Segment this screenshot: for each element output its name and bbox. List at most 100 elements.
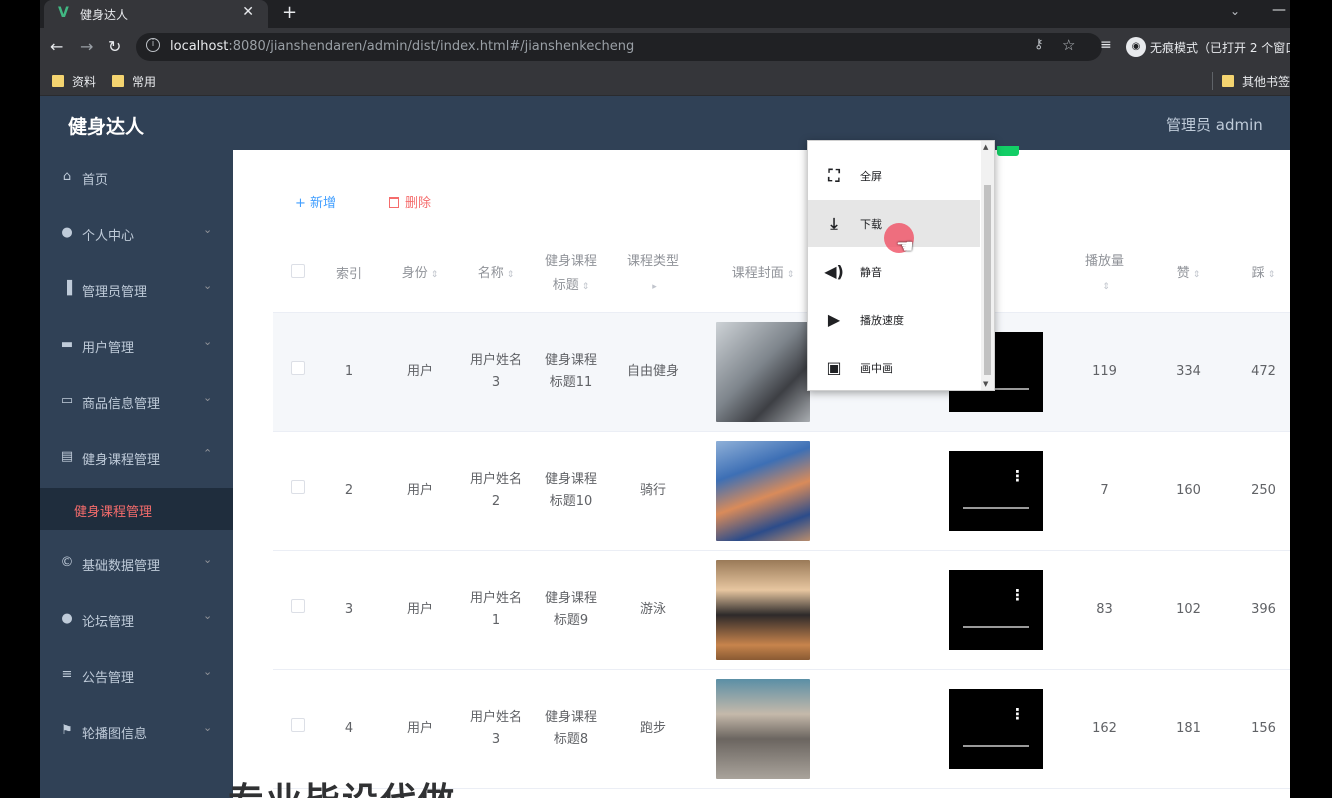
row-checkbox[interactable] bbox=[291, 360, 305, 375]
col-course-type[interactable]: 课程类型 ▸ bbox=[615, 238, 691, 313]
sidebar-item-label: 管理员管理 bbox=[82, 285, 148, 300]
course-cover-image[interactable] bbox=[716, 321, 810, 422]
cell-video: ⋮ bbox=[935, 669, 1057, 789]
cell-identity: 用户 bbox=[375, 431, 465, 551]
copyright-icon: © bbox=[60, 555, 74, 570]
list-icon: ≡ bbox=[61, 667, 73, 682]
sort-icon: ⇕ bbox=[786, 270, 795, 281]
incognito-label[interactable]: 无痕模式（已打开 2 个窗口 bbox=[1150, 39, 1290, 56]
col-name[interactable]: 名称 ⇕ bbox=[465, 238, 527, 313]
delete-button[interactable]: 删除 bbox=[389, 192, 431, 211]
video-progress-bar[interactable] bbox=[963, 506, 1029, 509]
sidebar-item-base-data[interactable]: © 基础数据管理 ⌄ bbox=[40, 536, 233, 592]
current-user[interactable]: 管理员 admin bbox=[1166, 114, 1263, 135]
cell-index: 1 bbox=[323, 312, 375, 432]
new-tab-icon[interactable]: + bbox=[282, 2, 297, 23]
reload-icon[interactable]: ↻ bbox=[108, 37, 121, 56]
select-all-checkbox[interactable] bbox=[273, 238, 323, 313]
row-checkbox[interactable] bbox=[291, 479, 305, 494]
table-row[interactable]: 3 用户 用户姓名 1 健身课程 标题9 游泳 ⋮ 83 102 396 bbox=[273, 550, 1290, 670]
menu-item-fullscreen[interactable]: ⛶ 全屏 bbox=[808, 152, 980, 199]
address-bar[interactable]: i localhost:8080/jianshendaren/admin/dis… bbox=[136, 33, 1102, 61]
video-progress-bar[interactable] bbox=[963, 625, 1029, 628]
cell-cover bbox=[691, 431, 835, 551]
bookmark-folder-changyong[interactable]: 常用 bbox=[112, 73, 156, 90]
sidebar-item-notices[interactable]: ≡ 公告管理 ⌄ bbox=[40, 648, 233, 704]
cell-likes: 102 bbox=[1152, 550, 1225, 670]
sidebar-item-products[interactable]: ▭ 商品信息管理 ⌄ bbox=[40, 374, 233, 430]
scrollbar-thumb[interactable] bbox=[984, 185, 991, 375]
menu-item-picture-in-picture[interactable]: ▣ 画中画 bbox=[808, 344, 980, 391]
cell-type: 自由健身 bbox=[615, 312, 691, 432]
col-likes[interactable]: 赞 ⇕ bbox=[1152, 238, 1225, 313]
scroll-down-icon[interactable]: ▼ bbox=[983, 380, 988, 388]
chevron-down-icon: ⌄ bbox=[203, 335, 213, 348]
site-info-icon[interactable]: i bbox=[146, 38, 160, 52]
bookmark-star-icon[interactable]: ☆ bbox=[1062, 36, 1075, 54]
col-identity[interactable]: 身份 ⇕ bbox=[375, 238, 465, 313]
sort-icon: ⇕ bbox=[581, 282, 590, 293]
sidebar-item-users[interactable]: ▬ 用户管理 ⌄ bbox=[40, 318, 233, 374]
chart-icon: ▐ bbox=[62, 281, 72, 296]
video-player[interactable]: ⋮ bbox=[949, 688, 1043, 769]
bookmark-folder-other[interactable]: 其他书签 bbox=[1222, 73, 1290, 90]
cell-plays: 119 bbox=[1057, 312, 1152, 432]
sidebar-item-forum[interactable]: ● 论坛管理 ⌄ bbox=[40, 592, 233, 648]
sidebar-subitem-label: 健身课程管理 bbox=[74, 505, 153, 520]
course-cover-image[interactable] bbox=[716, 678, 810, 779]
chevron-down-icon: ⌄ bbox=[203, 665, 213, 678]
cell-title: 健身课程 标题10 bbox=[527, 431, 615, 551]
video-player[interactable]: ⋮ bbox=[949, 569, 1043, 650]
cell-title: 健身课程 标题9 bbox=[527, 550, 615, 670]
col-course-title[interactable]: 健身课程 标题 ⇕ bbox=[527, 238, 615, 313]
menu-item-mute[interactable]: ◀) 静音 bbox=[808, 248, 980, 295]
more-options-icon[interactable]: ⋮ bbox=[1010, 706, 1025, 721]
hand-cursor-icon: ☚ bbox=[896, 234, 914, 258]
video-player[interactable]: ⋮ bbox=[949, 450, 1043, 531]
sidebar-subitem-courses[interactable]: 健身课程管理 bbox=[40, 488, 233, 530]
row-checkbox[interactable] bbox=[291, 598, 305, 613]
sidebar-item-label: 轮播图信息 bbox=[82, 727, 148, 742]
col-plays[interactable]: 播放量 ⇕ bbox=[1057, 238, 1152, 313]
cell-video: ⋮ bbox=[935, 431, 1057, 551]
sidebar-item-courses[interactable]: ▤ 健身课程管理 ⌃ bbox=[40, 430, 233, 486]
sidebar-item-profile[interactable]: ● 个人中心 ⌄ bbox=[40, 206, 233, 262]
trash-icon bbox=[389, 197, 399, 208]
cell-name: 用户姓名 1 bbox=[465, 550, 527, 670]
picture-in-picture-icon: ▣ bbox=[826, 358, 842, 377]
vue-logo-icon: V bbox=[58, 5, 69, 21]
sidebar-item-home[interactable]: ⌂ 首页 bbox=[40, 150, 233, 206]
scroll-up-icon[interactable]: ▲ bbox=[983, 143, 988, 151]
tab-close-icon[interactable]: ✕ bbox=[242, 4, 254, 20]
url-text[interactable]: localhost:8080/jianshendaren/admin/dist/… bbox=[170, 39, 634, 54]
minimize-icon[interactable]: — bbox=[1272, 2, 1286, 18]
video-progress-bar[interactable] bbox=[963, 744, 1029, 747]
table-row[interactable]: 1 用户 用户姓名 3 健身课程 标题11 自由健身 119 334 472 bbox=[273, 312, 1290, 432]
menu-item-playback-speed[interactable]: ▶ 播放速度 bbox=[808, 296, 980, 343]
row-checkbox[interactable] bbox=[291, 717, 305, 732]
cell-index: 2 bbox=[323, 431, 375, 551]
sort-icon: ⇕ bbox=[1102, 282, 1110, 293]
forward-arrow-icon[interactable]: → bbox=[80, 37, 93, 56]
sidebar-item-admins[interactable]: ▐ 管理员管理 ⌄ bbox=[40, 262, 233, 318]
menu-scrollbar[interactable]: ▲ ▼ bbox=[981, 141, 994, 390]
reading-list-icon[interactable]: ≡ bbox=[1100, 37, 1112, 53]
table-row[interactable]: 2 用户 用户姓名 2 健身课程 标题10 骑行 ⋮ 7 160 250 bbox=[273, 431, 1290, 551]
table-row[interactable]: 4 用户 用户姓名 3 健身课程 标题8 跑步 ⋮ 162 181 156 bbox=[273, 669, 1290, 789]
bookmark-folder-ziliao[interactable]: 资料 bbox=[52, 73, 96, 90]
bookmarks-bar: 资料 常用 其他书签 bbox=[40, 66, 1290, 96]
incognito-icon[interactable]: ◉ bbox=[1126, 37, 1146, 57]
add-button[interactable]: + 新增 bbox=[295, 192, 336, 211]
col-dislikes[interactable]: 踩 ⇕ bbox=[1225, 238, 1290, 313]
more-options-icon[interactable]: ⋮ bbox=[1010, 468, 1025, 483]
browser-tab[interactable]: V 健身达人 ✕ bbox=[44, 0, 268, 28]
more-options-icon[interactable]: ⋮ bbox=[1010, 587, 1025, 602]
back-arrow-icon[interactable]: ← bbox=[50, 37, 63, 56]
password-key-icon[interactable]: ⚷ bbox=[1034, 37, 1044, 52]
course-cover-image[interactable] bbox=[716, 440, 810, 541]
course-cover-image[interactable] bbox=[716, 559, 810, 660]
tab-search-chevron-icon[interactable]: ⌄ bbox=[1230, 4, 1240, 18]
sidebar-item-carousel[interactable]: ⚑ 轮播图信息 ⌄ bbox=[40, 704, 233, 760]
cell-identity: 用户 bbox=[375, 312, 465, 432]
folder-icon bbox=[1222, 75, 1234, 87]
